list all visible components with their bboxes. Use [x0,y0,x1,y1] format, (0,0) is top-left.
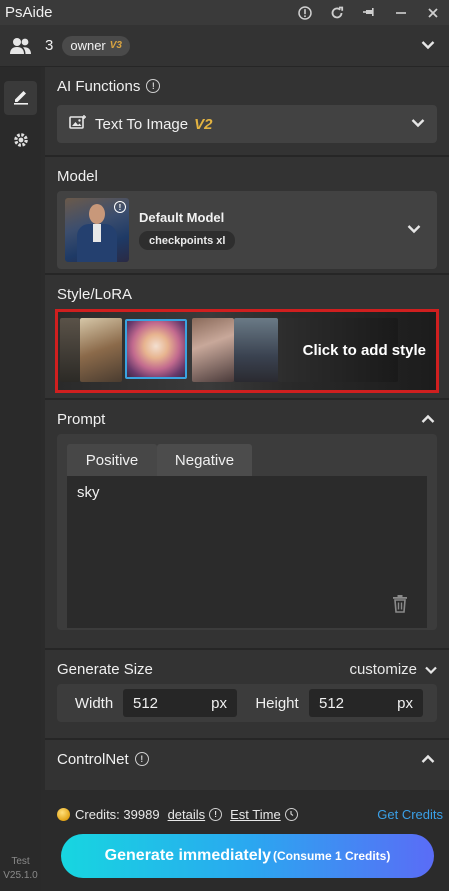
role-version: V3 [109,40,122,51]
info-icon[interactable]: ! [114,201,126,213]
width-value: 512 [133,694,159,712]
est-time-link[interactable]: Est Time [230,807,281,822]
model-info: Default Model checkpoints xl [139,210,236,250]
size-heading: Generate Size [57,660,153,678]
height-value: 512 [319,694,345,712]
chevron-up-icon[interactable] [421,411,435,428]
section-header[interactable]: Prompt [45,400,449,438]
info-icon[interactable]: ! [134,752,149,766]
user-bar[interactable]: 3 owner V3 [0,25,449,67]
chevron-down-icon [425,661,437,678]
model-heading: Model [57,167,98,185]
info-icon[interactable]: ! [209,807,223,821]
generate-button[interactable]: Generate immediately (Consume 1 Credits) [61,834,434,878]
width-label: Width [74,694,114,712]
chevron-up-icon[interactable] [421,751,435,768]
prompt-heading: Prompt [57,410,106,428]
ai-function-version: V2 [194,115,213,133]
height-input[interactable]: 512 px [309,689,423,717]
size-mode-select[interactable]: customize [349,661,437,678]
style-thumbnail [234,318,278,382]
tab-positive[interactable]: Positive [67,444,157,476]
controlnet-section: ControlNet ! [45,740,449,790]
version-info: Test V25.1.0 [0,855,41,883]
sidebar-item-edit[interactable] [4,81,37,115]
model-tag: checkpoints xl [139,231,236,250]
chevron-down-icon [407,221,421,239]
generate-label: Generate immediately [104,847,271,864]
get-credits-link[interactable]: Get Credits [377,807,443,822]
ai-function-select[interactable]: Text To Image V2 [57,105,437,143]
prompt-textarea[interactable]: sky [67,476,427,628]
controlnet-heading: ControlNet [57,750,129,768]
coin-icon [57,807,70,821]
title-bar: PsAide [0,0,449,25]
minimize-icon[interactable] [385,0,417,25]
pin-icon[interactable] [353,0,385,25]
chevron-down-icon[interactable] [421,37,435,55]
model-thumbnail: ! [65,198,129,262]
details-link[interactable]: details [168,807,206,822]
width-unit: px [211,694,227,712]
app-title: PsAide [5,4,53,21]
user-count: 3 [45,37,54,54]
height-label: Height [255,694,299,712]
sidebar-item-settings[interactable] [0,123,41,161]
version-line-2: V25.1.0 [3,870,38,881]
footer: Credits: 39989 details ! Est Time Get Cr… [45,796,449,891]
info-icon[interactable]: ! [146,79,161,93]
section-header: AI Functions ! [45,67,449,105]
style-thumbnail-selected [125,319,187,379]
alert-icon[interactable] [289,0,321,25]
size-row: Width 512 px Height 512 px [57,684,437,722]
style-thumbnail [80,318,122,382]
credits-label: Credits: 39989 [75,806,160,822]
size-section: Generate Size customize Width 512 px Hei… [45,650,449,740]
prompt-text: sky [77,484,100,501]
add-style-button[interactable]: Click to add style [55,309,439,393]
style-thumbnail [192,318,234,382]
size-mode-label: customize [349,660,417,678]
users-icon [9,35,35,57]
role-badge: owner V3 [62,35,130,56]
prompt-section: Prompt Positive Negative sky [45,400,449,650]
main-panel: AI Functions ! Text To Image V2 Model ! … [45,67,449,790]
style-thumbnail [60,318,80,382]
pencil-icon [12,87,30,110]
clock-icon[interactable] [284,807,298,821]
generate-note: (Consume 1 Credits) [272,849,391,863]
ai-functions-section: AI Functions ! Text To Image V2 [45,67,449,157]
refresh-icon[interactable] [321,0,353,25]
tab-negative[interactable]: Negative [157,444,252,476]
model-name: Default Model [139,210,225,225]
section-header[interactable]: ControlNet ! [45,740,449,778]
image-icon [69,114,87,135]
trash-icon[interactable] [391,594,409,618]
add-style-label: Click to add style [302,342,426,359]
chevron-down-icon [411,115,425,133]
gear-icon [12,131,30,154]
section-header: Style/LoRA [45,275,449,313]
sidebar: Test V25.1.0 [0,67,41,891]
style-heading: Style/LoRA [57,285,133,303]
prompt-card: Positive Negative sky [57,434,437,630]
ai-functions-heading: AI Functions [57,77,141,95]
role-label: owner [70,38,106,53]
height-unit: px [397,694,413,712]
model-section: Model ! Default Model checkpoints xl [45,157,449,275]
close-icon[interactable] [417,0,449,25]
credits-row: Credits: 39989 details ! Est Time Get Cr… [45,796,449,832]
section-header: Model [45,157,449,195]
style-section: Style/LoRA Click to add style [45,275,449,400]
section-header: Generate Size customize [45,650,449,688]
prompt-tabs: Positive Negative [67,444,427,476]
width-input[interactable]: 512 px [123,689,237,717]
model-select[interactable]: ! Default Model checkpoints xl [57,191,437,269]
ai-function-label: Text To Image [95,115,189,133]
version-line-1: Test [11,856,30,867]
